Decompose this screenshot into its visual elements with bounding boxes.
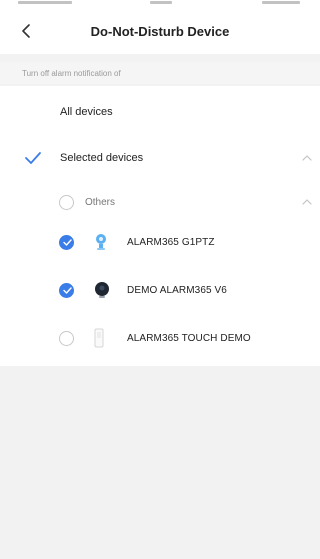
device-checkbox[interactable] (59, 330, 74, 346)
bulb-camera-icon (96, 234, 106, 250)
option-all-devices[interactable]: All devices (0, 90, 320, 134)
device-row[interactable]: DEMO ALARM365 V6 (0, 268, 320, 312)
device-list-panel: All devices Selected devices Others ALAR… (0, 86, 320, 366)
option-selected-devices-label: Selected devices (60, 152, 144, 164)
option-selected-devices[interactable]: Selected devices (0, 136, 320, 180)
touch-panel-icon (94, 328, 104, 348)
dnd-device-screen: Do-Not-Disturb Device Turn off alarm not… (0, 0, 320, 559)
empty-area (0, 366, 320, 559)
back-button[interactable] (14, 19, 38, 43)
device-checkbox[interactable] (59, 282, 74, 298)
section-caption-text: Turn off alarm notification of (22, 68, 121, 78)
device-row[interactable]: ALARM365 TOUCH DEMO (0, 316, 320, 360)
option-all-devices-label: All devices (60, 106, 113, 118)
header-bar: Do-Not-Disturb Device (0, 8, 320, 54)
section-caption: Turn off alarm notification of (0, 62, 320, 84)
status-bar (0, 0, 320, 8)
chevron-up-icon[interactable] (302, 155, 312, 161)
dome-camera-icon (95, 282, 109, 298)
device-name: DEMO ALARM365 V6 (127, 284, 227, 296)
group-others[interactable]: Others (0, 180, 320, 224)
group-others-label: Others (85, 196, 116, 208)
check-icon (25, 152, 41, 164)
chevron-left-icon (22, 24, 30, 38)
device-row[interactable]: ALARM365 G1PTZ (0, 220, 320, 264)
device-name: ALARM365 TOUCH DEMO (127, 332, 251, 344)
group-others-checkbox[interactable] (59, 194, 74, 210)
device-checkbox[interactable] (59, 234, 74, 250)
chevron-up-icon[interactable] (302, 199, 312, 205)
page-title: Do-Not-Disturb Device (90, 23, 230, 39)
device-name: ALARM365 G1PTZ (127, 236, 215, 248)
